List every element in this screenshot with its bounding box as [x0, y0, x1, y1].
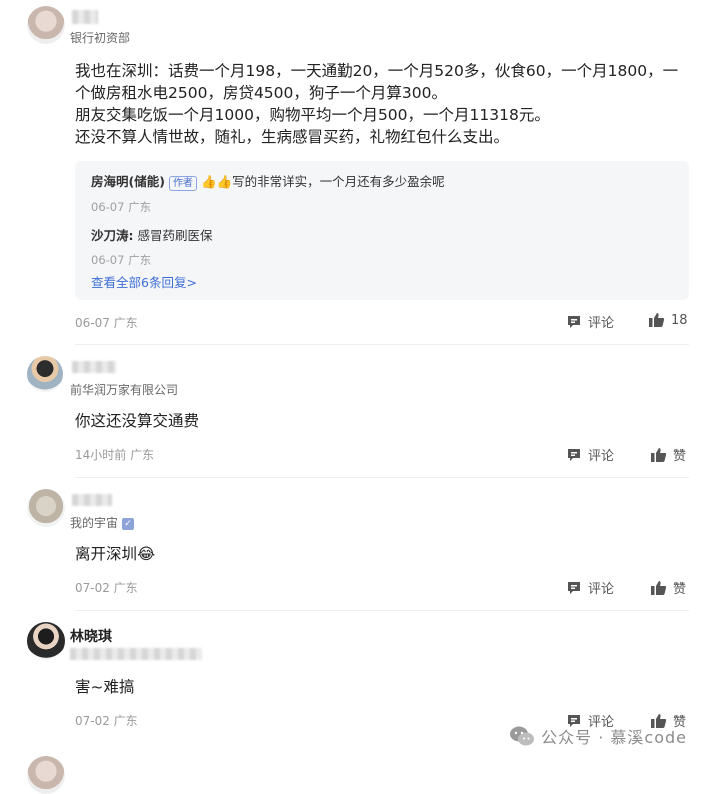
view-all-replies-link[interactable]: 查看全部6条回复>	[91, 272, 197, 291]
user-org: 银行初资部	[70, 31, 131, 45]
divider	[75, 344, 689, 345]
reply-text: 👍👍写的非常详实，一个月还有多少盈余呢	[200, 174, 445, 189]
comment-text: 我也在深圳：话费一个月198，一天通勤20，一个月520多，伙食60，一个月18…	[75, 60, 690, 148]
blurred-org	[70, 648, 202, 660]
wechat-icon	[510, 726, 535, 746]
watermark: 公众号 · 慕溪code	[509, 724, 687, 748]
divider	[75, 477, 689, 478]
avatar[interactable]	[27, 489, 65, 527]
like-count: 18	[671, 312, 688, 328]
comment-meta: 14小时前 广东	[75, 448, 155, 462]
reply-text: 感冒药刷医保	[137, 228, 213, 243]
thumbs-up-icon	[651, 580, 667, 595]
user-org: 前华润万家有限公司	[70, 383, 179, 397]
reply-meta: 06-07 广东	[91, 253, 152, 267]
blurred-username	[72, 494, 112, 506]
comment-meta: 07-02 广东	[75, 581, 138, 595]
reply-item: 房海明(储能) 作者 👍👍写的非常详实，一个月还有多少盈余呢	[91, 171, 445, 191]
blurred-username	[72, 361, 116, 373]
comment-meta: 07-02 广东	[75, 714, 138, 728]
like-button[interactable]: 赞	[650, 578, 686, 597]
reply-item: 沙刀涛: 感冒药刷医保	[91, 225, 213, 244]
username[interactable]: 林晓琪	[70, 626, 112, 646]
reply-meta: 06-07 广东	[91, 200, 152, 214]
reply-box: 房海明(储能) 作者 👍👍写的非常详实，一个月还有多少盈余呢 06-07 广东 沙刀…	[75, 161, 689, 300]
comment-text: 害~难搞	[75, 678, 135, 696]
comment-line: 朋友交集吃饭一个月1000，购物平均一个月500，一个月11318元。	[75, 106, 550, 124]
comment-icon	[568, 315, 580, 328]
reply-author[interactable]: 房海明(储能)	[91, 174, 165, 189]
comment-icon	[568, 581, 580, 594]
verified-icon: ✓	[122, 517, 135, 530]
like-label: 赞	[673, 449, 687, 464]
comment-line: 我也在深圳：话费一个月198，一天通勤20，一个月520多，伙食60，一个月18…	[75, 62, 679, 102]
reply-author[interactable]: 沙刀涛:	[91, 228, 134, 243]
comment-label: 评论	[588, 582, 615, 597]
comment-meta: 06-07 广东	[75, 316, 138, 330]
like-button[interactable]: 赞	[650, 445, 686, 464]
thumbs-up-icon	[649, 313, 665, 327]
comment-line: 还没不算人情世故，随礼，生病感冒买药，礼物红包什么支出。	[75, 128, 510, 146]
avatar[interactable]	[27, 622, 65, 660]
avatar[interactable]	[27, 756, 65, 794]
comment-label: 评论	[588, 449, 615, 464]
like-label: 赞	[673, 582, 687, 597]
avatar[interactable]	[27, 356, 63, 392]
comment-text: 你这还没算交通费	[75, 412, 200, 430]
comment-text: 离开深圳😂	[75, 545, 156, 563]
like-button[interactable]: 18	[648, 312, 688, 328]
comment-button[interactable]: 评论	[566, 445, 614, 464]
author-tag: 作者	[168, 176, 197, 191]
divider	[75, 610, 689, 611]
comment-label: 评论	[588, 316, 615, 331]
blurred-username	[72, 10, 98, 24]
comment-button[interactable]: 评论	[566, 312, 614, 331]
thumbs-up-icon	[651, 447, 667, 462]
comment-icon	[568, 448, 580, 461]
user-org-text: 我的宇宙	[70, 516, 119, 530]
comment-button[interactable]: 评论	[566, 578, 614, 597]
avatar[interactable]	[27, 6, 65, 44]
user-org: 我的宇宙 ✓	[70, 514, 135, 531]
watermark-text: 公众号 · 慕溪code	[541, 728, 687, 747]
